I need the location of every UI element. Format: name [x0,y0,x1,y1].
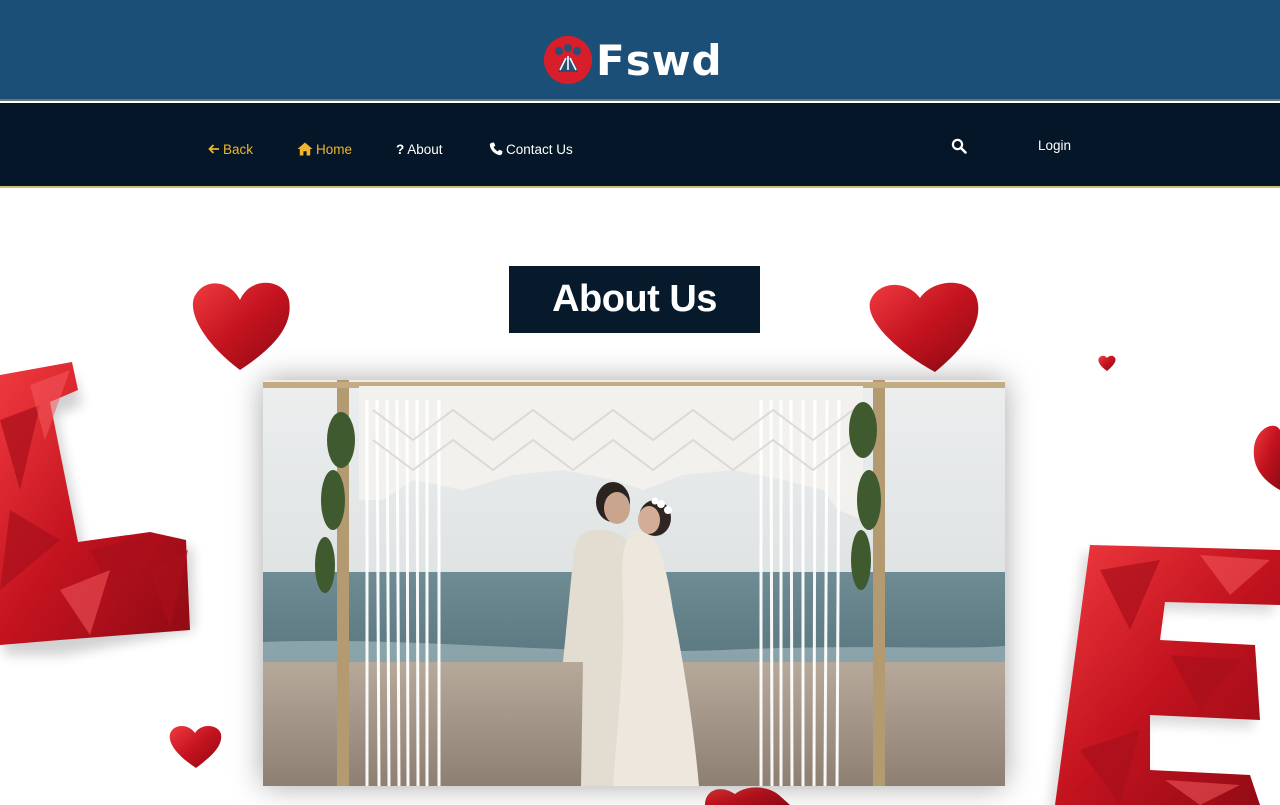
heart-icon [705,787,790,805]
letter-e-decoration [1050,545,1280,805]
main-navbar: Back Home ? About Contact Us [0,103,1280,188]
brand-name: Fswd [596,35,723,85]
brand-header: Fswd [0,0,1280,101]
page-title: About Us [509,266,760,333]
question-icon: ? [396,141,405,157]
logo-mark-icon [544,36,592,84]
about-section: About Us [0,190,1280,805]
heart-icon [169,725,222,768]
login-link[interactable]: Login [1038,138,1071,153]
nav-back-link[interactable]: Back [208,138,253,160]
home-icon [297,142,313,156]
nav-back-label: Back [223,141,254,157]
wedding-photo [263,380,1005,786]
search-button[interactable] [951,138,967,159]
nav-about-label: About [407,141,443,157]
heart-icon [192,282,290,370]
letter-l-decoration [0,362,194,655]
nav-contact-label: Contact Us [506,141,573,157]
nav-about-link[interactable]: ? About [396,138,443,160]
nav-home-label: Home [316,141,353,157]
heart-icon [1253,425,1280,490]
phone-icon [489,142,503,156]
brand-logo[interactable]: Fswd [544,35,723,85]
arrow-left-icon [208,144,219,154]
search-icon [951,138,967,154]
heart-icon [1098,355,1116,371]
nav-home-link[interactable]: Home [297,138,352,160]
nav-contact-link[interactable]: Contact Us [489,138,573,160]
heart-icon [869,282,979,372]
